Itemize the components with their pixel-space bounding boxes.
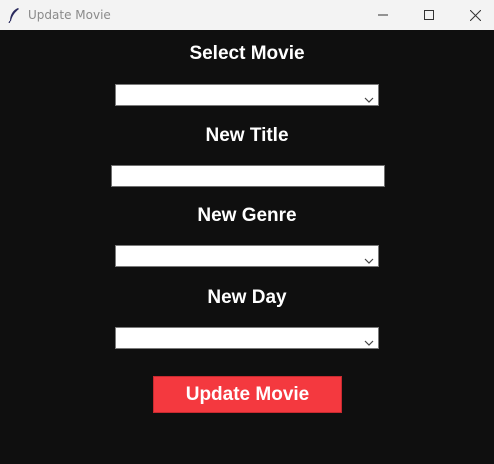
update-movie-button[interactable]: Update Movie [153, 376, 342, 413]
new-genre-dropdown[interactable] [115, 245, 379, 267]
title-bar[interactable]: Update Movie [0, 0, 494, 30]
new-title-input[interactable] [111, 165, 385, 187]
chevron-down-icon[interactable] [364, 252, 374, 264]
feather-icon [7, 7, 21, 24]
chevron-down-icon[interactable] [364, 91, 374, 103]
new-day-dropdown[interactable] [115, 327, 379, 349]
form-area: Select Movie New Title New Genre New Day… [0, 30, 494, 464]
select-movie-dropdown[interactable] [115, 84, 379, 106]
new-day-label: New Day [207, 287, 287, 308]
new-genre-label: New Genre [197, 205, 297, 226]
new-title-label: New Title [205, 125, 289, 146]
maximize-icon[interactable] [406, 0, 452, 30]
window-title: Update Movie [28, 8, 111, 22]
update-movie-window: Update Movie Select Movie New Title New … [0, 0, 494, 464]
close-icon[interactable] [452, 0, 494, 30]
select-movie-label: Select Movie [189, 43, 305, 64]
minimize-icon[interactable] [360, 0, 406, 30]
chevron-down-icon[interactable] [364, 334, 374, 346]
